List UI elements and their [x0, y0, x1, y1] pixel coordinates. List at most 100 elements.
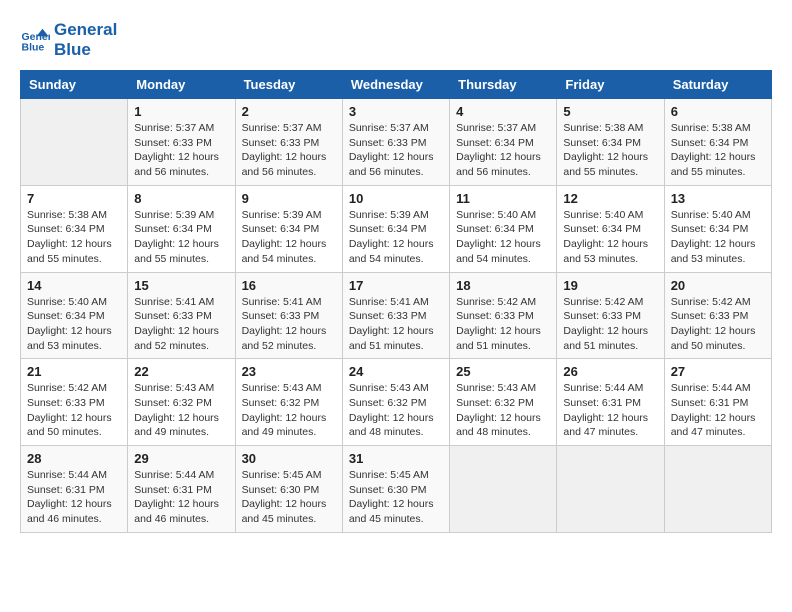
- day-info: Sunrise: 5:39 AM Sunset: 6:34 PM Dayligh…: [242, 208, 336, 267]
- calendar-cell: 21 Sunrise: 5:42 AM Sunset: 6:33 PM Dayli…: [21, 359, 128, 446]
- day-info: Sunrise: 5:40 AM Sunset: 6:34 PM Dayligh…: [27, 295, 121, 354]
- calendar-cell: 29Sunrise: 5:44 AM Sunset: 6:31 PM Dayli…: [128, 446, 235, 533]
- calendar-cell: 17 Sunrise: 5:41 AM Sunset: 6:33 PM Dayli…: [342, 272, 449, 359]
- day-info: Sunrise: 5:40 AM Sunset: 6:34 PM Dayligh…: [563, 208, 657, 267]
- day-number: 8: [134, 191, 228, 206]
- calendar-cell: 26 Sunrise: 5:44 AM Sunset: 6:31 PM Dayli…: [557, 359, 664, 446]
- day-number: 26: [563, 364, 657, 379]
- day-info: Sunrise: 5:37 AM Sunset: 6:33 PM Dayligh…: [242, 121, 336, 180]
- logo: General Blue General Blue: [20, 20, 117, 60]
- day-number: 13: [671, 191, 765, 206]
- day-info: Sunrise: 5:39 AM Sunset: 6:34 PM Dayligh…: [134, 208, 228, 267]
- calendar-cell: 6 Sunrise: 5:38 AM Sunset: 6:34 PM Daylig…: [664, 99, 771, 186]
- day-number: 29: [134, 451, 228, 466]
- day-number: 15: [134, 278, 228, 293]
- day-number: 23: [242, 364, 336, 379]
- day-info: Sunrise: 5:42 AM Sunset: 6:33 PM Dayligh…: [27, 381, 121, 440]
- calendar-cell: 30 Sunrise: 5:45 AM Sunset: 6:30 PM Dayli…: [235, 446, 342, 533]
- day-info: Sunrise: 5:42 AM Sunset: 6:33 PM Dayligh…: [456, 295, 550, 354]
- day-info: Sunrise: 5:41 AM Sunset: 6:33 PM Dayligh…: [349, 295, 443, 354]
- day-number: 16: [242, 278, 336, 293]
- column-header-tuesday: Tuesday: [235, 71, 342, 99]
- day-info: Sunrise: 5:40 AM Sunset: 6:34 PM Dayligh…: [456, 208, 550, 267]
- day-number: 5: [563, 104, 657, 119]
- page-header: General Blue General Blue: [20, 20, 772, 60]
- day-number: 31: [349, 451, 443, 466]
- calendar-cell: 5 Sunrise: 5:38 AM Sunset: 6:34 PM Daylig…: [557, 99, 664, 186]
- calendar-cell: 27Sunrise: 5:44 AM Sunset: 6:31 PM Dayli…: [664, 359, 771, 446]
- calendar-cell: 13Sunrise: 5:40 AM Sunset: 6:34 PM Dayli…: [664, 185, 771, 272]
- calendar-cell: 20Sunrise: 5:42 AM Sunset: 6:33 PM Dayli…: [664, 272, 771, 359]
- calendar-cell: 22 Sunrise: 5:43 AM Sunset: 6:32 PM Dayli…: [128, 359, 235, 446]
- day-info: Sunrise: 5:44 AM Sunset: 6:31 PM Dayligh…: [27, 468, 121, 527]
- day-number: 19: [563, 278, 657, 293]
- day-info: Sunrise: 5:38 AM Sunset: 6:34 PM Dayligh…: [563, 121, 657, 180]
- day-info: Sunrise: 5:44 AM Sunset: 6:31 PM Dayligh…: [563, 381, 657, 440]
- calendar-cell: 23 Sunrise: 5:43 AM Sunset: 6:32 PM Dayli…: [235, 359, 342, 446]
- day-info: Sunrise: 5:43 AM Sunset: 6:32 PM Dayligh…: [242, 381, 336, 440]
- calendar-cell: 14 Sunrise: 5:40 AM Sunset: 6:34 PM Dayli…: [21, 272, 128, 359]
- day-info: Sunrise: 5:43 AM Sunset: 6:32 PM Dayligh…: [456, 381, 550, 440]
- calendar-cell: 1 Sunrise: 5:37 AM Sunset: 6:33 PM Daylig…: [128, 99, 235, 186]
- calendar-week-5: 28 Sunrise: 5:44 AM Sunset: 6:31 PM Dayli…: [21, 446, 772, 533]
- day-info: Sunrise: 5:41 AM Sunset: 6:33 PM Dayligh…: [242, 295, 336, 354]
- day-number: 30: [242, 451, 336, 466]
- calendar-cell: 24 Sunrise: 5:43 AM Sunset: 6:32 PM Dayli…: [342, 359, 449, 446]
- calendar-week-4: 21 Sunrise: 5:42 AM Sunset: 6:33 PM Dayli…: [21, 359, 772, 446]
- day-number: 21: [27, 364, 121, 379]
- calendar-cell: 16 Sunrise: 5:41 AM Sunset: 6:33 PM Dayli…: [235, 272, 342, 359]
- day-number: 9: [242, 191, 336, 206]
- calendar-cell: [557, 446, 664, 533]
- day-number: 2: [242, 104, 336, 119]
- calendar-cell: 11Sunrise: 5:40 AM Sunset: 6:34 PM Dayli…: [450, 185, 557, 272]
- day-info: Sunrise: 5:41 AM Sunset: 6:33 PM Dayligh…: [134, 295, 228, 354]
- calendar-cell: 8 Sunrise: 5:39 AM Sunset: 6:34 PM Daylig…: [128, 185, 235, 272]
- day-number: 1: [134, 104, 228, 119]
- day-number: 10: [349, 191, 443, 206]
- calendar-cell: 2 Sunrise: 5:37 AM Sunset: 6:33 PM Daylig…: [235, 99, 342, 186]
- logo-blue: Blue: [54, 40, 117, 60]
- calendar-cell: [664, 446, 771, 533]
- day-info: Sunrise: 5:37 AM Sunset: 6:34 PM Dayligh…: [456, 121, 550, 180]
- calendar-week-2: 7Sunrise: 5:38 AM Sunset: 6:34 PM Daylig…: [21, 185, 772, 272]
- day-info: Sunrise: 5:43 AM Sunset: 6:32 PM Dayligh…: [349, 381, 443, 440]
- calendar-cell: [450, 446, 557, 533]
- day-info: Sunrise: 5:43 AM Sunset: 6:32 PM Dayligh…: [134, 381, 228, 440]
- calendar-cell: 19 Sunrise: 5:42 AM Sunset: 6:33 PM Dayli…: [557, 272, 664, 359]
- day-number: 28: [27, 451, 121, 466]
- day-number: 7: [27, 191, 121, 206]
- calendar-cell: 25Sunrise: 5:43 AM Sunset: 6:32 PM Dayli…: [450, 359, 557, 446]
- day-info: Sunrise: 5:37 AM Sunset: 6:33 PM Dayligh…: [349, 121, 443, 180]
- calendar-cell: 15 Sunrise: 5:41 AM Sunset: 6:33 PM Dayli…: [128, 272, 235, 359]
- day-info: Sunrise: 5:45 AM Sunset: 6:30 PM Dayligh…: [242, 468, 336, 527]
- calendar-cell: 3 Sunrise: 5:37 AM Sunset: 6:33 PM Daylig…: [342, 99, 449, 186]
- column-header-thursday: Thursday: [450, 71, 557, 99]
- header-row: SundayMondayTuesdayWednesdayThursdayFrid…: [21, 71, 772, 99]
- calendar-cell: 4 Sunrise: 5:37 AM Sunset: 6:34 PM Daylig…: [450, 99, 557, 186]
- day-number: 22: [134, 364, 228, 379]
- column-header-saturday: Saturday: [664, 71, 771, 99]
- day-number: 6: [671, 104, 765, 119]
- svg-text:Blue: Blue: [22, 42, 45, 54]
- day-number: 12: [563, 191, 657, 206]
- day-number: 18: [456, 278, 550, 293]
- day-number: 14: [27, 278, 121, 293]
- day-info: Sunrise: 5:45 AM Sunset: 6:30 PM Dayligh…: [349, 468, 443, 527]
- calendar-cell: 10 Sunrise: 5:39 AM Sunset: 6:34 PM Dayli…: [342, 185, 449, 272]
- day-info: Sunrise: 5:38 AM Sunset: 6:34 PM Dayligh…: [671, 121, 765, 180]
- day-number: 27: [671, 364, 765, 379]
- calendar-cell: 18 Sunrise: 5:42 AM Sunset: 6:33 PM Dayli…: [450, 272, 557, 359]
- day-number: 24: [349, 364, 443, 379]
- calendar-cell: 7Sunrise: 5:38 AM Sunset: 6:34 PM Daylig…: [21, 185, 128, 272]
- day-info: Sunrise: 5:39 AM Sunset: 6:34 PM Dayligh…: [349, 208, 443, 267]
- day-info: Sunrise: 5:42 AM Sunset: 6:33 PM Dayligh…: [671, 295, 765, 354]
- column-header-friday: Friday: [557, 71, 664, 99]
- column-header-wednesday: Wednesday: [342, 71, 449, 99]
- column-header-monday: Monday: [128, 71, 235, 99]
- calendar-cell: 28 Sunrise: 5:44 AM Sunset: 6:31 PM Dayli…: [21, 446, 128, 533]
- day-number: 4: [456, 104, 550, 119]
- day-number: 17: [349, 278, 443, 293]
- day-info: Sunrise: 5:37 AM Sunset: 6:33 PM Dayligh…: [134, 121, 228, 180]
- day-number: 3: [349, 104, 443, 119]
- day-info: Sunrise: 5:42 AM Sunset: 6:33 PM Dayligh…: [563, 295, 657, 354]
